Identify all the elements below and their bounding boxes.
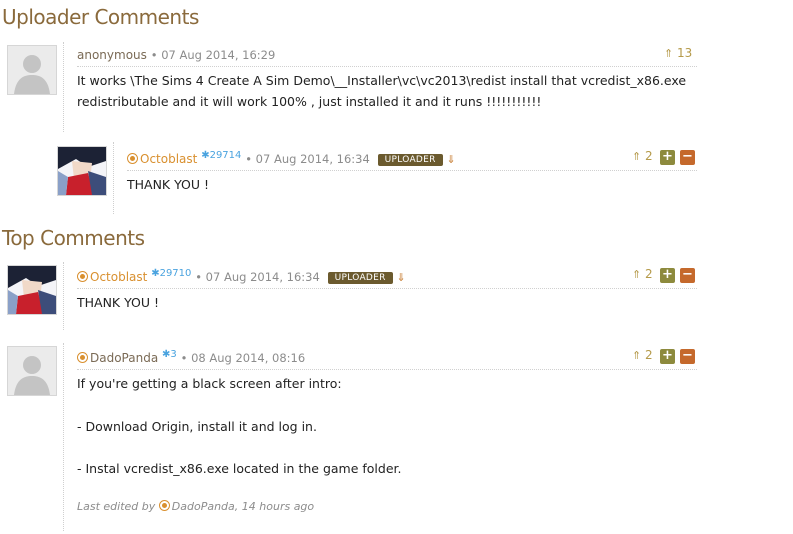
comment-body: It works \The Sims 4 Create A Sim Demo\_… <box>77 70 686 112</box>
comment-username[interactable]: DadoPanda <box>90 351 158 365</box>
comment-date: 07 Aug 2014, 16:34 <box>205 270 320 284</box>
reputation-score: ✱29714 <box>201 150 241 161</box>
comment-line: If you're getting a black screen after i… <box>77 376 342 391</box>
comment-thread-line <box>63 42 64 132</box>
comment-line: redistributable and it will work 100% , … <box>77 94 542 109</box>
top-comments-heading: Top Comments <box>2 226 145 250</box>
comment-username[interactable]: anonymous <box>77 48 147 62</box>
last-edited-note: Last edited by DadoPanda, 14 hours ago <box>77 499 314 513</box>
reputation-score: ✱29710 <box>151 268 191 279</box>
divider <box>127 170 697 171</box>
vote-down-button[interactable]: − <box>680 349 695 364</box>
vote-count: ⇑ 2 <box>632 267 653 281</box>
comment-header: DadoPanda ✱3 • 08 Aug 2014, 08:16 <box>77 349 306 365</box>
star-icon: ✱ <box>151 268 160 279</box>
comment-username[interactable]: Octoblast <box>90 270 147 284</box>
reputation-value: 29714 <box>209 150 242 161</box>
reply-header: Octoblast ✱29714 • 07 Aug 2014, 16:34 UP… <box>127 150 456 167</box>
vote-down-button[interactable]: − <box>680 150 695 165</box>
edited-time: , 14 hours ago <box>234 500 315 513</box>
vote-up-button[interactable]: + <box>660 268 675 283</box>
reply-username[interactable]: Octoblast <box>140 152 197 166</box>
vote-score: 2 <box>645 149 653 163</box>
vote-up-button[interactable]: + <box>660 150 675 165</box>
vote-score: 2 <box>645 348 653 362</box>
vote-score: 13 <box>677 46 693 60</box>
comment-date: 07 Aug 2014, 16:29 <box>161 48 276 62</box>
user-status-icon <box>77 352 88 363</box>
uploader-badge: UPLOADER <box>377 154 443 166</box>
vote-down-button[interactable]: − <box>680 268 695 283</box>
reply-thread-line <box>113 142 114 214</box>
vote-count: ⇑ 2 <box>632 149 653 163</box>
comment-header: Octoblast ✱29710 • 07 Aug 2014, 16:34 UP… <box>77 268 406 285</box>
down-arrow-icon: ⇓ <box>396 271 406 284</box>
vote-score: 2 <box>645 267 653 281</box>
divider <box>77 66 697 67</box>
comment-date: 08 Aug 2014, 08:16 <box>191 351 306 365</box>
star-icon: ✱ <box>201 150 210 161</box>
divider <box>77 288 697 289</box>
vote-count: ⇑ 13 <box>664 46 692 60</box>
octoblast-avatar[interactable] <box>57 146 107 196</box>
edited-prefix: Last edited by <box>77 500 156 513</box>
user-status-icon <box>127 153 138 164</box>
reputation-value: 3 <box>170 349 177 360</box>
vote-up-button[interactable]: + <box>660 349 675 364</box>
down-arrow-icon: ⇓ <box>446 153 456 166</box>
up-arrow-icon: ⇑ <box>632 268 642 281</box>
comment-line: - Download Origin, install it and log in… <box>77 419 317 434</box>
edited-username[interactable]: DadoPanda <box>172 500 235 513</box>
reputation-value: 29710 <box>159 268 192 279</box>
uploader-badge: UPLOADER <box>327 272 393 284</box>
reply-body: THANK YOU ! <box>127 177 210 192</box>
default-avatar[interactable] <box>7 346 57 396</box>
octoblast-avatar[interactable] <box>7 265 57 315</box>
default-avatar[interactable] <box>7 45 57 95</box>
reputation-score: ✱3 <box>162 349 177 360</box>
comment-header: anonymous • 07 Aug 2014, 16:29 <box>77 48 276 62</box>
vote-count: ⇑ 2 <box>632 348 653 362</box>
up-arrow-icon: ⇑ <box>664 47 674 60</box>
uploader-comments-heading: Uploader Comments <box>2 5 199 29</box>
comment-thread-line <box>63 343 64 531</box>
up-arrow-icon: ⇑ <box>632 349 642 362</box>
reply-date: 07 Aug 2014, 16:34 <box>255 152 370 166</box>
comment-line: It works \The Sims 4 Create A Sim Demo\_… <box>77 73 687 88</box>
comment-line: - Instal vcredist_x86.exe located in the… <box>77 461 402 476</box>
user-status-icon <box>158 500 170 511</box>
comment-thread-line <box>63 262 64 330</box>
comment-body: THANK YOU ! <box>77 295 160 310</box>
up-arrow-icon: ⇑ <box>632 150 642 163</box>
user-status-icon <box>77 271 88 282</box>
divider <box>77 369 697 370</box>
